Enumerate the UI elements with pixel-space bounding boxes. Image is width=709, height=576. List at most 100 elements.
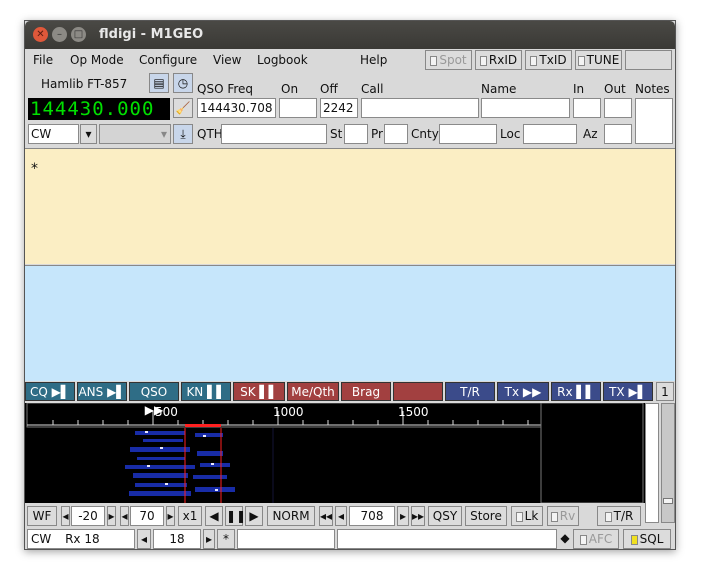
status-mode-box: CW Rx 18 xyxy=(27,529,135,549)
window-title: fldigi - M1GEO xyxy=(99,27,204,42)
log-save-icon[interactable]: ⤓ xyxy=(173,124,193,144)
qso-freq-field[interactable]: 144430.708 xyxy=(197,98,276,118)
menu-file[interactable]: File xyxy=(33,53,53,67)
clock-icon[interactable]: ◷ xyxy=(173,73,193,93)
squelch-slider-handle[interactable] xyxy=(663,498,673,504)
waterfall-display[interactable]: 500 1000 1500 xyxy=(25,403,645,503)
notes-field[interactable] xyxy=(635,98,673,144)
carrier-fast-decrease-icon[interactable]: ◂◂ xyxy=(319,506,333,526)
azimuth-label: Az xyxy=(583,127,598,141)
transmit-text-pane[interactable] xyxy=(25,265,675,381)
macro-button-8[interactable] xyxy=(393,382,443,401)
menu-configure[interactable]: Configure xyxy=(139,53,197,67)
pause-icon[interactable]: ❚❚ xyxy=(225,506,246,526)
country-field[interactable] xyxy=(439,124,497,144)
macro-button-2[interactable]: ANS ▶▌ xyxy=(77,382,127,401)
sql-toggle[interactable]: SQL xyxy=(623,529,671,549)
close-icon[interactable]: ✕ xyxy=(33,27,48,42)
afc-toggle[interactable]: AFC xyxy=(573,529,619,549)
ref-level-field[interactable]: -20 xyxy=(71,506,105,526)
carrier-increase-icon[interactable]: ▸ xyxy=(397,506,409,526)
wf-mode-button[interactable]: WF xyxy=(27,506,57,526)
off-label: Off xyxy=(320,82,338,96)
time-off-field[interactable]: 2242 xyxy=(320,98,358,118)
rig-name: Hamlib FT-857 xyxy=(41,77,128,91)
range-field[interactable]: 70 xyxy=(130,506,164,526)
macro-button-12[interactable]: TX ▶▌ xyxy=(603,382,653,401)
ref-level-decrease-icon[interactable]: ◂ xyxy=(61,506,70,526)
waterfall-svg: 500 1000 1500 xyxy=(26,403,644,503)
state-field[interactable] xyxy=(344,124,368,144)
bandwidth-select[interactable]: ▾ xyxy=(99,124,171,144)
carrier-decrease-icon[interactable]: ◂ xyxy=(335,506,347,526)
sql-indicator-icon xyxy=(630,534,638,545)
qso-freq-label: QSO Freq xyxy=(197,82,254,96)
extra-toggle[interactable] xyxy=(625,50,672,70)
scale-label-1000: 1000 xyxy=(273,405,304,419)
spot-toggle[interactable]: Spot xyxy=(425,50,472,70)
pan-left-icon[interactable]: ◀ xyxy=(205,506,223,526)
scale-label-1500: 1500 xyxy=(398,405,429,419)
macro-button-9[interactable]: T/R xyxy=(445,382,495,401)
rig-list-icon[interactable]: ▤ xyxy=(149,73,169,93)
norm-button[interactable]: NORM xyxy=(267,506,315,526)
call-label: Call xyxy=(361,82,384,96)
wpm-field[interactable]: 18 xyxy=(153,529,201,549)
tune-toggle[interactable]: TUNE xyxy=(575,50,622,70)
squelch-slider[interactable] xyxy=(661,403,675,523)
receive-text-pane[interactable]: * xyxy=(25,148,675,264)
rst-out-field[interactable] xyxy=(604,98,632,118)
checkbox-icon xyxy=(550,511,558,522)
ref-level-increase-icon[interactable]: ▸ xyxy=(107,506,116,526)
menu-bar: File Op Mode Configure View Logbook Help… xyxy=(25,49,675,71)
name-field[interactable] xyxy=(481,98,570,118)
zoom-button[interactable]: x1 xyxy=(178,506,202,526)
mode-dropdown-chevron-icon[interactable]: ▾ xyxy=(80,124,97,144)
pan-right-icon[interactable]: ▶ xyxy=(245,506,263,526)
maximize-icon[interactable]: □ xyxy=(71,27,86,42)
azimuth-field[interactable] xyxy=(604,124,632,144)
minimize-icon[interactable]: – xyxy=(52,27,67,42)
province-field[interactable] xyxy=(384,124,408,144)
checkbox-icon xyxy=(515,511,523,522)
tr-toggle[interactable]: T/R xyxy=(597,506,641,526)
carrier-fast-increase-icon[interactable]: ▸▸ xyxy=(411,506,425,526)
macro-button-11[interactable]: Rx ▌▌ xyxy=(551,382,601,401)
locator-field[interactable] xyxy=(523,124,577,144)
macro-button-7[interactable]: Brag xyxy=(341,382,391,401)
store-button[interactable]: Store xyxy=(465,506,507,526)
macro-button-1[interactable]: CQ ▶▌ xyxy=(25,382,75,401)
reverse-toggle[interactable]: Rv xyxy=(547,506,579,526)
checkbox-icon xyxy=(579,534,587,545)
call-field[interactable] xyxy=(361,98,479,118)
star-button[interactable]: * xyxy=(217,529,235,549)
rst-in-field[interactable] xyxy=(573,98,601,118)
mode-select[interactable]: CW xyxy=(28,124,79,144)
macro-page-indicator[interactable]: 1 xyxy=(656,382,674,401)
frequency-display[interactable]: 144430.000 xyxy=(28,98,170,120)
range-decrease-icon[interactable]: ◂ xyxy=(120,506,129,526)
txid-toggle[interactable]: TxID xyxy=(525,50,572,70)
menu-logbook[interactable]: Logbook xyxy=(257,53,308,67)
macro-button-3[interactable]: QSO ▶▶ xyxy=(129,382,179,417)
qsy-button[interactable]: QSY xyxy=(428,506,462,526)
range-increase-icon[interactable]: ▸ xyxy=(166,506,175,526)
broom-clear-icon[interactable]: 🧹 xyxy=(173,98,193,118)
checkbox-icon xyxy=(430,55,438,66)
menu-help[interactable]: Help xyxy=(360,53,387,67)
wpm-increase-icon[interactable]: ▸ xyxy=(203,529,215,549)
macro-button-5[interactable]: SK ▌▌ xyxy=(233,382,285,401)
macro-button-10[interactable]: Tx ▶▶ xyxy=(497,382,549,401)
time-on-field[interactable] xyxy=(279,98,317,118)
menu-op-mode[interactable]: Op Mode xyxy=(70,53,124,67)
qth-field[interactable] xyxy=(221,124,327,144)
lock-toggle[interactable]: Lk xyxy=(511,506,543,526)
macro-button-4[interactable]: KN ▌▌ xyxy=(181,382,231,401)
carrier-frequency-field[interactable]: 708 xyxy=(349,506,395,526)
rxid-toggle[interactable]: RxID xyxy=(475,50,522,70)
wpm-decrease-icon[interactable]: ◂ xyxy=(137,529,151,549)
signal-level-meter xyxy=(645,403,659,523)
menu-view[interactable]: View xyxy=(213,53,241,67)
province-label: Pr xyxy=(371,127,383,141)
macro-button-6[interactable]: Me/Qth xyxy=(287,382,339,401)
